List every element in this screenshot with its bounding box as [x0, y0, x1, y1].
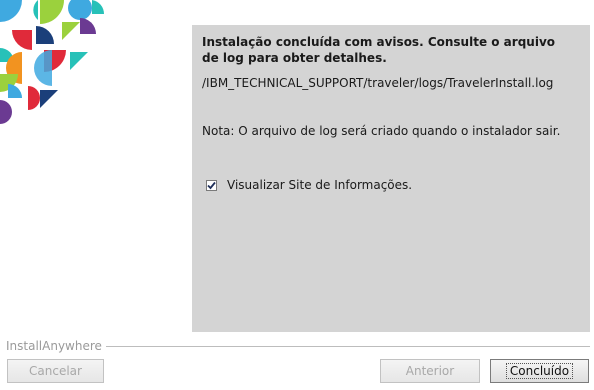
installer-decorative-art: [0, 0, 105, 124]
done-button-label: Concluído: [505, 363, 574, 379]
view-info-site-checkbox[interactable]: [206, 179, 217, 191]
back-button[interactable]: Anterior: [380, 359, 480, 383]
view-info-site-label: Visualizar Site de Informações.: [227, 178, 413, 192]
installer-brand-label: InstallAnywhere: [6, 339, 102, 353]
view-info-site-option[interactable]: Visualizar Site de Informações.: [206, 177, 412, 193]
status-heading: Instalação concluída com avisos. Consult…: [202, 35, 556, 65]
done-button[interactable]: Concluído: [490, 359, 589, 383]
log-note: Nota: O arquivo de log será criado quand…: [202, 124, 561, 138]
log-file-path: /IBM_TECHNICAL_SUPPORT/traveler/logs/Tra…: [202, 76, 554, 90]
footer-separator: [106, 346, 590, 347]
cancel-button[interactable]: Cancelar: [7, 359, 104, 383]
checkmark-icon: [207, 181, 216, 189]
content-panel: Instalação concluída com avisos. Consult…: [192, 25, 590, 332]
